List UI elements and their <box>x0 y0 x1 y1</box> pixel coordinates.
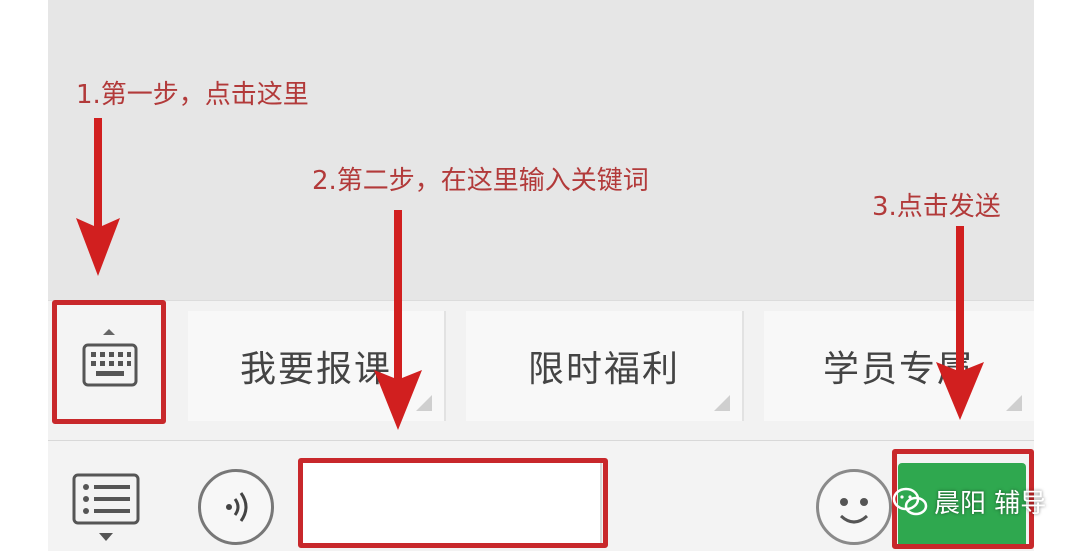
arrow-down-icon <box>936 226 984 420</box>
menu-toggle-button[interactable] <box>66 471 146 549</box>
voice-icon <box>226 492 248 522</box>
arrow-down-icon <box>374 210 422 430</box>
chat-area <box>48 0 1034 300</box>
menu-item-members[interactable]: 学员专属 <box>764 311 1034 421</box>
highlight-message-input <box>298 458 608 548</box>
emoji-button[interactable] <box>816 469 892 545</box>
annotation-step-1: 1.第一步，点击这里 <box>76 80 309 110</box>
custom-menu-bar: 我要报课 限时福利 学员专属 <box>48 300 1034 441</box>
arrow-down-icon <box>76 118 120 276</box>
highlight-keyboard-toggle <box>52 300 166 424</box>
watermark-text: 晨阳 辅导 <box>934 489 1047 519</box>
submenu-corner-icon <box>1006 395 1022 411</box>
menu-item-offers[interactable]: 限时福利 <box>466 311 744 421</box>
wechat-icon <box>892 487 928 515</box>
menu-list-icon <box>72 473 140 541</box>
emoji-icon <box>839 498 869 524</box>
menu-item-label: 限时福利 <box>527 349 680 390</box>
voice-button[interactable] <box>198 469 274 545</box>
annotation-step-2: 2.第二步，在这里输入关键词 <box>312 166 649 196</box>
annotation-step-3: 3.点击发送 <box>872 192 1001 222</box>
submenu-corner-icon <box>714 395 730 411</box>
menu-item-label: 我要报课 <box>239 349 392 390</box>
watermark: 晨阳 辅导 <box>892 483 1046 520</box>
